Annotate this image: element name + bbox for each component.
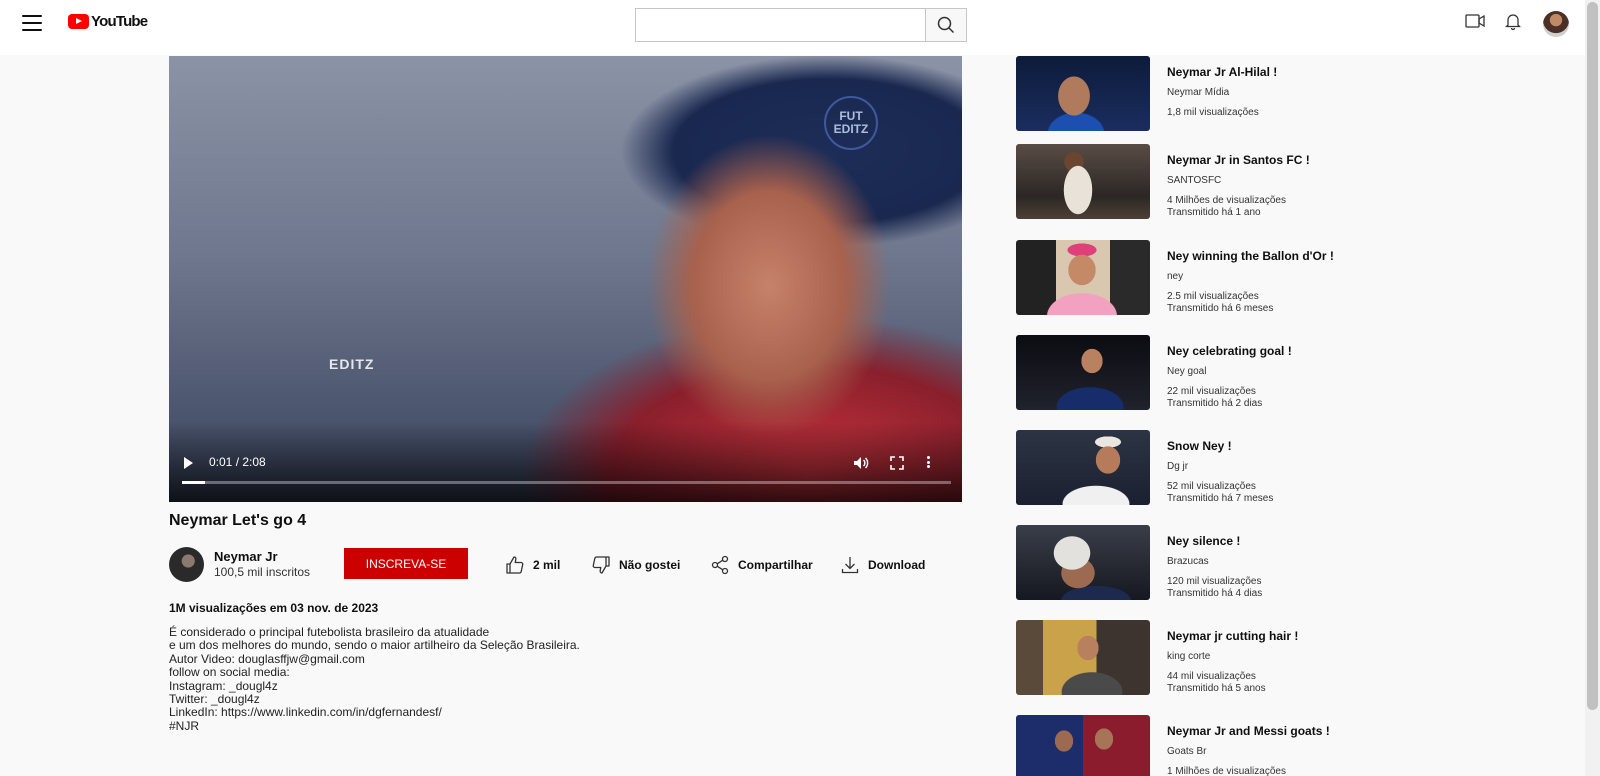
hamburger-menu-icon[interactable] bbox=[20, 13, 44, 33]
recommended-channel[interactable]: king corte bbox=[1167, 651, 1210, 662]
youtube-play-icon bbox=[68, 14, 89, 29]
description-line: e um dos melhores do mundo, sendo o maio… bbox=[169, 638, 580, 653]
recommended-views: 44 mil visualizações bbox=[1167, 671, 1256, 682]
notifications-bell-icon[interactable] bbox=[1502, 10, 1524, 32]
recommended-title[interactable]: Neymar Jr and Messi goats ! bbox=[1167, 724, 1330, 738]
recommended-channel[interactable]: Neymar Mídia bbox=[1167, 87, 1229, 98]
share-button[interactable]: Compartilhar bbox=[710, 555, 813, 575]
download-icon bbox=[841, 557, 859, 574]
thumbs-down-icon bbox=[592, 556, 610, 574]
logo-text: YouTube bbox=[91, 13, 148, 30]
dislike-button[interactable]: Não gostei bbox=[591, 555, 680, 575]
search-button[interactable] bbox=[925, 9, 966, 41]
top-header: YouTube bbox=[0, 0, 1585, 55]
recommended-video[interactable]: Snow Ney ! Dg jr 52 mil visualizações Tr… bbox=[1016, 430, 1516, 506]
video-thumbnail[interactable] bbox=[1016, 335, 1150, 410]
search-input[interactable] bbox=[636, 9, 926, 41]
recommended-views: 1,8 mil visualizações bbox=[1167, 107, 1259, 118]
progress-fill bbox=[182, 481, 206, 484]
recommended-channel[interactable]: Goats Br bbox=[1167, 746, 1206, 757]
search-icon bbox=[937, 16, 955, 34]
recommended-age: Transmitido há 2 dias bbox=[1167, 398, 1263, 409]
video-thumbnail[interactable] bbox=[1016, 240, 1150, 315]
channel-name[interactable]: Neymar Jr bbox=[214, 549, 278, 564]
share-label: Compartilhar bbox=[738, 558, 813, 572]
description-line: LinkedIn: https://www.linkedin.com/in/dg… bbox=[169, 705, 442, 720]
recommended-views: 120 mil visualizações bbox=[1167, 576, 1262, 587]
download-label: Download bbox=[868, 558, 926, 572]
progress-bar[interactable] bbox=[182, 481, 951, 484]
recommended-age: Transmitido há 1 ano bbox=[1167, 207, 1261, 218]
channel-avatar[interactable] bbox=[169, 547, 204, 582]
recommended-channel[interactable]: Dg jr bbox=[1167, 461, 1188, 472]
recommended-age: Transmitido há 4 dias bbox=[1167, 588, 1263, 599]
scrollbar-thumb[interactable] bbox=[1587, 2, 1598, 710]
recommended-video[interactable]: Neymar jr cutting hair ! king corte 44 m… bbox=[1016, 620, 1516, 696]
recommended-video[interactable]: Neymar Jr and Messi goats ! Goats Br 1 M… bbox=[1016, 715, 1516, 776]
recommended-title[interactable]: Neymar Jr in Santos FC ! bbox=[1167, 153, 1310, 167]
controls-gradient bbox=[169, 422, 962, 502]
page-scrollbar[interactable] bbox=[1585, 0, 1600, 776]
user-avatar[interactable] bbox=[1543, 11, 1569, 37]
video-description: É considerado o principal futebolista br… bbox=[169, 625, 580, 733]
recommended-title[interactable]: Ney silence ! bbox=[1167, 534, 1240, 548]
description-line: #NJR bbox=[169, 718, 200, 733]
youtube-logo[interactable]: YouTube bbox=[68, 13, 148, 30]
subscriber-count: 100,5 mil inscritos bbox=[214, 565, 311, 579]
video-thumbnail[interactable] bbox=[1016, 430, 1150, 505]
description-line: Instagram: _dougl4z bbox=[169, 678, 278, 693]
video-thumbnail[interactable] bbox=[1016, 144, 1150, 219]
video-player[interactable]: FUT EDITZ EDITZ 0:01 / 2:08 bbox=[169, 56, 962, 502]
recommended-age: Transmitido há 7 meses bbox=[1167, 493, 1274, 504]
description-line: Twitter: _dougl4z bbox=[169, 692, 260, 707]
video-thumbnail[interactable] bbox=[1016, 620, 1150, 695]
create-video-icon[interactable] bbox=[1464, 10, 1486, 32]
recommended-age: Transmitido há 6 meses bbox=[1167, 303, 1274, 314]
recommended-channel[interactable]: Brazucas bbox=[1167, 556, 1209, 567]
download-button[interactable]: Download bbox=[840, 555, 925, 575]
video-thumbnail[interactable] bbox=[1016, 525, 1150, 600]
recommended-views: 22 mil visualizações bbox=[1167, 386, 1256, 397]
recommended-title[interactable]: Neymar Jr Al-Hilal ! bbox=[1167, 65, 1277, 79]
watermark-logo: FUT EDITZ bbox=[824, 96, 878, 150]
video-thumbnail[interactable] bbox=[1016, 715, 1150, 776]
play-icon[interactable] bbox=[181, 456, 195, 470]
watermark-text: EDITZ bbox=[329, 356, 375, 372]
recommended-video[interactable]: Neymar Jr Al-Hilal ! Neymar Mídia 1,8 mi… bbox=[1016, 56, 1516, 132]
description-line: É considerado o principal futebolista br… bbox=[169, 625, 490, 639]
recommended-channel[interactable]: Ney goal bbox=[1167, 366, 1206, 377]
recommended-video[interactable]: Neymar Jr in Santos FC ! SANTOSFC 4 Milh… bbox=[1016, 144, 1516, 220]
recommended-views: 52 mil visualizações bbox=[1167, 481, 1256, 492]
views-and-date: 1M visualizações em 03 nov. de 2023 bbox=[169, 601, 379, 615]
recommended-title[interactable]: Ney winning the Ballon d'Or ! bbox=[1167, 249, 1334, 263]
fullscreen-icon[interactable] bbox=[889, 455, 905, 471]
recommended-title[interactable]: Snow Ney ! bbox=[1167, 439, 1232, 453]
subscribe-button[interactable]: INSCREVA-SE bbox=[344, 548, 468, 579]
dislike-label: Não gostei bbox=[619, 558, 681, 572]
more-options-icon[interactable] bbox=[925, 454, 931, 470]
time-display: 0:01 / 2:08 bbox=[209, 455, 266, 469]
recommended-age: Transmitido há 5 anos bbox=[1167, 683, 1266, 694]
recommended-views: 1 Milhões de visualizações bbox=[1167, 766, 1286, 776]
recommended-title[interactable]: Neymar jr cutting hair ! bbox=[1167, 629, 1298, 643]
recommended-channel[interactable]: ney bbox=[1167, 271, 1183, 282]
share-icon bbox=[711, 555, 729, 575]
search-bar bbox=[635, 8, 967, 42]
recommended-video[interactable]: Ney winning the Ballon d'Or ! ney 2.5 mi… bbox=[1016, 240, 1516, 316]
video-title: Neymar Let's go 4 bbox=[169, 512, 307, 529]
video-thumbnail[interactable] bbox=[1016, 56, 1150, 131]
recommended-channel[interactable]: SANTOSFC bbox=[1167, 175, 1221, 186]
recommended-video[interactable]: Ney celebrating goal ! Ney goal 22 mil v… bbox=[1016, 335, 1516, 411]
volume-icon[interactable] bbox=[853, 455, 869, 471]
thumbs-up-icon bbox=[506, 556, 524, 574]
like-button[interactable]: 2 mil bbox=[505, 555, 560, 575]
recommended-video[interactable]: Ney silence ! Brazucas 120 mil visualiza… bbox=[1016, 525, 1516, 601]
like-count: 2 mil bbox=[533, 558, 561, 572]
recommended-views: 4 Milhões de visualizações bbox=[1167, 195, 1286, 206]
recommended-title[interactable]: Ney celebrating goal ! bbox=[1167, 344, 1292, 358]
description-line: follow on social media: bbox=[169, 665, 290, 680]
recommended-views: 2.5 mil visualizações bbox=[1167, 291, 1259, 302]
description-line: Autor Video: douglasffjw@gmail.com bbox=[169, 651, 365, 666]
